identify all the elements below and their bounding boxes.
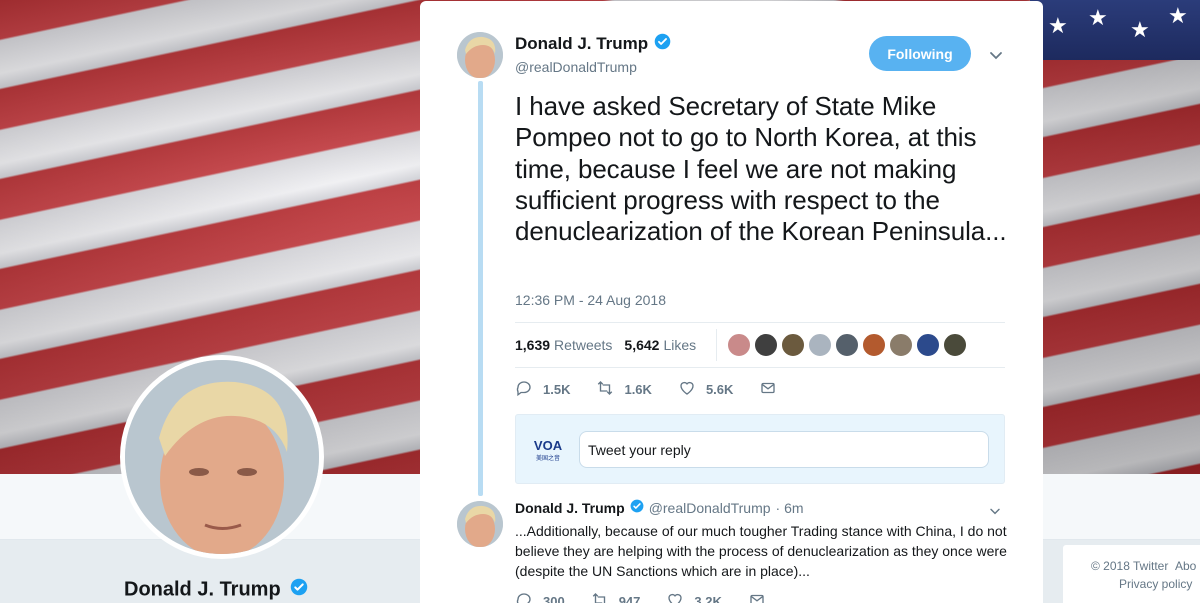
thread-line [478, 81, 483, 496]
like-action[interactable]: 5.6K [678, 379, 733, 400]
message-action[interactable] [759, 379, 777, 400]
like-count: 5.6K [705, 382, 734, 397]
reply-author-handle[interactable]: @realDonaldTrump [649, 500, 771, 516]
copyright-text: © 2018 Twitter [1091, 559, 1169, 573]
profile-avatar[interactable] [120, 355, 324, 559]
tweet-modal: Donald J. Trump @realDonaldTrump Followi… [420, 1, 1043, 603]
tweet-stats: 1,639 Retweets 5,642 Likes [515, 322, 1005, 368]
chevron-down-icon[interactable] [986, 45, 1006, 65]
retweets-count[interactable]: 1,639 [515, 337, 550, 353]
reply-composer: VOA 美国之音 [515, 414, 1005, 484]
tweet-timestamp[interactable]: 12:36 PM - 24 Aug 2018 [515, 292, 666, 308]
envelope-icon [759, 379, 777, 400]
heart-icon [666, 591, 684, 603]
author-name[interactable]: Donald J. Trump [515, 33, 671, 55]
svg-text:VOA: VOA [534, 438, 563, 453]
reply-tweet-header: Donald J. Trump @realDonaldTrump · 6m [515, 499, 804, 516]
reply-tweet-actions: 300 947 3.2K [515, 591, 792, 603]
verified-badge-icon [290, 578, 308, 602]
verified-badge-icon [630, 499, 644, 516]
tweet-actions: 1.5K 1.6K 5.6K [515, 379, 803, 400]
reply-count: 1.5K [543, 382, 571, 397]
following-button[interactable]: Following [869, 36, 971, 71]
about-link[interactable]: Abo [1175, 559, 1196, 573]
chevron-down-icon[interactable] [987, 503, 1003, 519]
retweet-action[interactable]: 947 [591, 591, 641, 603]
liker-avatar[interactable] [754, 333, 779, 357]
liker-avatar[interactable] [916, 333, 941, 357]
likes-label[interactable]: Likes [663, 337, 696, 353]
liker-avatar[interactable] [781, 333, 806, 357]
retweet-icon [591, 591, 609, 603]
liker-avatar[interactable] [835, 333, 860, 357]
footer-links: © 2018 Twitter Abo Privacy policy [1062, 544, 1200, 603]
like-count: 3.2K [694, 594, 722, 603]
retweets-label[interactable]: Retweets [554, 337, 612, 353]
reply-action[interactable]: 300 [515, 591, 565, 603]
reply-count: 300 [543, 594, 565, 603]
author-avatar[interactable] [457, 32, 503, 78]
liker-avatar[interactable] [889, 333, 914, 357]
like-action[interactable]: 3.2K [666, 591, 722, 603]
retweet-count: 1.6K [624, 382, 652, 397]
reply-tweet-age[interactable]: · 6m [776, 500, 804, 516]
retweet-icon [596, 379, 614, 400]
profile-name: Donald J. Trump [124, 578, 308, 602]
flag-canton: ★ ★ ★ ★ [1030, 0, 1200, 60]
liker-avatar[interactable] [727, 333, 752, 357]
voa-logo: VOA 美国之音 [532, 433, 564, 465]
message-action[interactable] [748, 591, 766, 603]
envelope-icon [748, 591, 766, 603]
retweet-action[interactable]: 1.6K [596, 379, 652, 400]
liker-avatar[interactable] [943, 333, 968, 357]
tweet-text: I have asked Secretary of State Mike Pom… [515, 91, 1007, 247]
reply-icon [515, 591, 533, 603]
privacy-link[interactable]: Privacy policy [1119, 577, 1192, 591]
reply-author-name[interactable]: Donald J. Trump [515, 500, 625, 516]
svg-text:美国之音: 美国之音 [536, 454, 560, 462]
verified-badge-icon [654, 33, 671, 55]
reply-input[interactable] [579, 431, 989, 468]
likes-count[interactable]: 5,642 [624, 337, 659, 353]
reply-tweet-text: ...Additionally, because of our much tou… [515, 523, 1007, 579]
liker-avatar[interactable] [862, 333, 887, 357]
reply-author-avatar[interactable] [457, 501, 503, 547]
author-handle[interactable]: @realDonaldTrump [515, 59, 637, 75]
reply-action[interactable]: 1.5K [515, 379, 570, 400]
liker-avatar[interactable] [808, 333, 833, 357]
heart-icon [678, 379, 696, 400]
retweet-count: 947 [618, 594, 641, 603]
reply-icon [515, 379, 533, 400]
likers-avatars [716, 329, 968, 361]
